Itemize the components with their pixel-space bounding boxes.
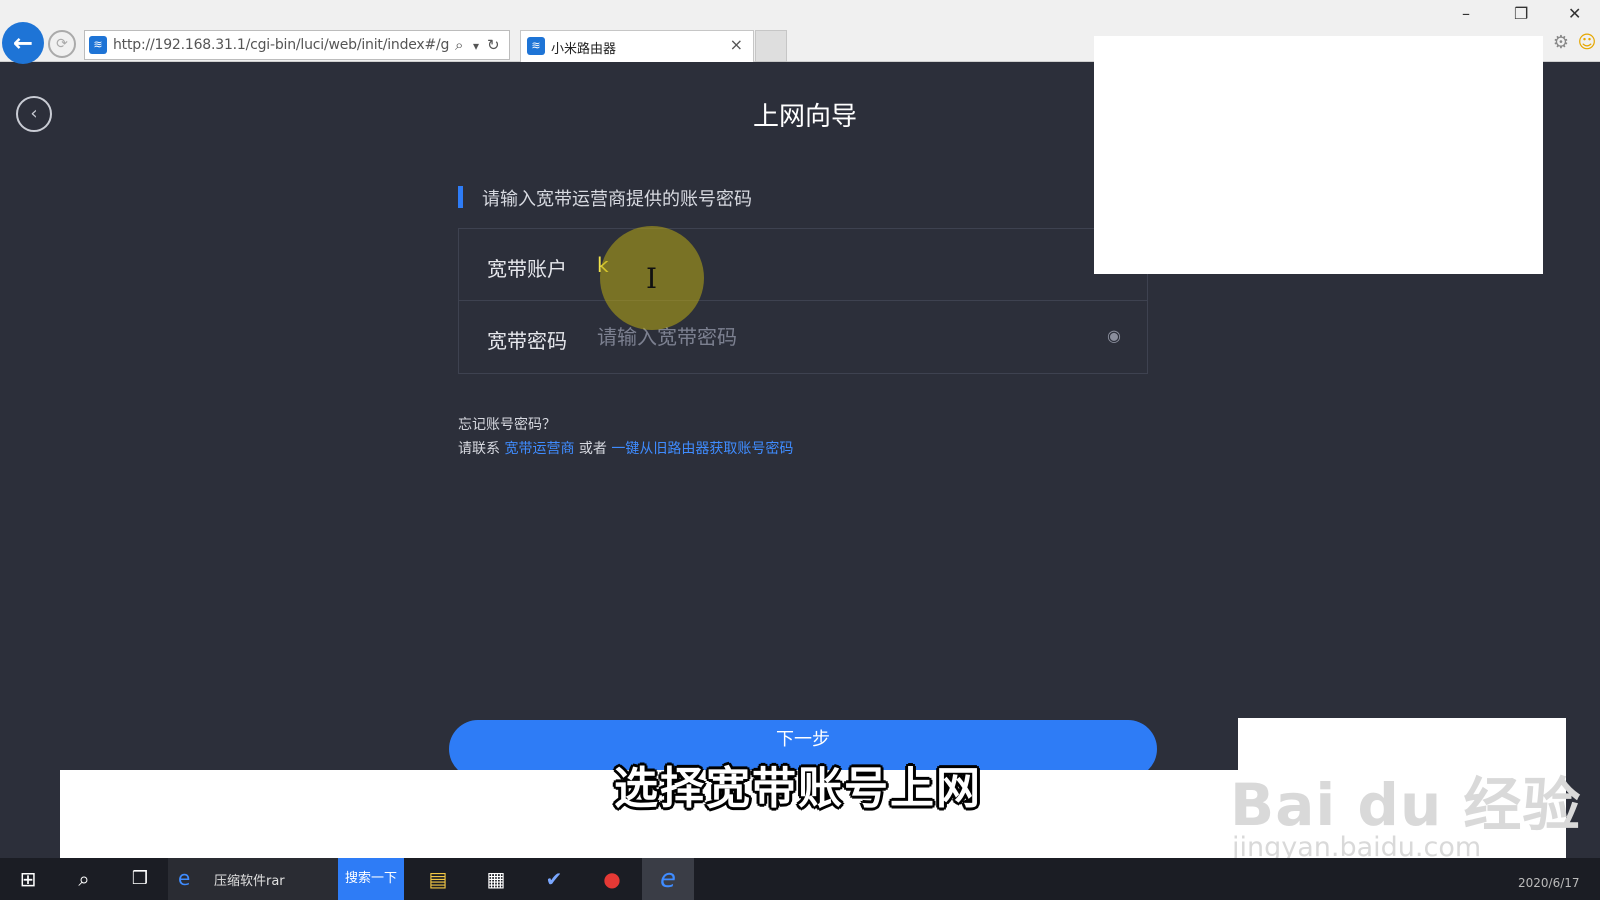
smiley-feedback-icon[interactable]: ☺ — [1576, 32, 1598, 54]
credentials-form: 宽带账户 宽带密码 ◉ — [458, 228, 1148, 374]
search-icon[interactable]: ⌕ — [455, 36, 463, 54]
ie-small-icon: e — [178, 866, 191, 890]
restore-icon[interactable]: ❐ — [1514, 0, 1528, 28]
windows-taskbar: ⊞ ⌕ ❒ e 压缩软件rar 搜索一下 ▤ ▦ ✔ ● e — [0, 858, 1600, 900]
baidu-jingyan-watermark: Bai du 经验 — [1230, 771, 1582, 839]
isp-link[interactable]: 宽带运营商 — [504, 441, 574, 457]
contact-or: 或者 — [578, 441, 607, 457]
app-check-icon[interactable]: ✔ — [528, 858, 580, 900]
forward-icon[interactable]: ⟳ — [48, 30, 76, 58]
tab-xiaomi-router[interactable]: ≋ 小米路由器 × — [520, 30, 754, 62]
address-url[interactable]: http://192.168.31.1/cgi-bin/luci/web/ini… — [113, 37, 449, 53]
windows-start-icon[interactable]: ⊞ — [2, 858, 54, 900]
password-label: 宽带密码 — [487, 329, 567, 353]
close-tab-icon[interactable]: × — [730, 35, 743, 54]
new-tab-button[interactable] — [755, 30, 787, 62]
task-view-icon[interactable]: ❒ — [114, 858, 166, 900]
password-row: 宽带密码 ◉ — [459, 301, 1147, 373]
show-password-eye-icon[interactable]: ◉ — [1103, 325, 1125, 347]
contact-line: 请联系 宽带运营商 或者 一键从旧路由器获取账号密码 — [458, 438, 793, 458]
account-label: 宽带账户 — [487, 257, 567, 281]
fetch-old-router-link[interactable]: 一键从旧路由器获取账号密码 — [611, 441, 793, 457]
taskbar-search-box[interactable]: e 压缩软件rar — [168, 858, 338, 900]
file-explorer-icon[interactable]: ▤ — [412, 858, 464, 900]
section-accent-bar — [458, 186, 463, 208]
contact-prefix: 请联系 — [458, 441, 500, 457]
refresh-icon[interactable]: ↻ — [487, 36, 500, 54]
address-bar[interactable]: ≋ http://192.168.31.1/cgi-bin/luci/web/i… — [84, 30, 510, 60]
minimize-icon[interactable]: – — [1462, 0, 1470, 28]
site-favicon-icon: ≋ — [89, 36, 107, 54]
tab-favicon-icon: ≋ — [527, 37, 545, 55]
settings-gear-icon[interactable]: ⚙ — [1550, 32, 1572, 54]
tab-title: 小米路由器 — [551, 42, 617, 57]
internet-explorer-icon[interactable]: e — [642, 858, 694, 900]
text-cursor-icon: I — [646, 262, 658, 295]
taskbar-search-button[interactable]: 搜索一下 — [338, 858, 404, 900]
record-icon[interactable]: ● — [586, 858, 638, 900]
password-input[interactable] — [597, 323, 1077, 351]
close-window-icon[interactable]: ✕ — [1568, 0, 1581, 28]
dropdown-icon[interactable]: ▾ — [473, 39, 479, 53]
back-arrow-icon[interactable]: ← — [2, 22, 44, 64]
account-row: 宽带账户 — [459, 229, 1147, 301]
page-back-icon[interactable]: ‹ — [16, 96, 52, 132]
store-icon[interactable]: ▦ — [470, 858, 522, 900]
video-subtitle: 选择宽带账号上网 — [614, 763, 982, 814]
page-title: 上网向导 — [752, 102, 857, 132]
taskbar-search-icon[interactable]: ⌕ — [58, 858, 110, 900]
section-label: 请输入宽带运营商提供的账号密码 — [482, 189, 752, 210]
forgot-credentials-text: 忘记账号密码？ — [458, 417, 556, 433]
taskbar-clock: 2020/6/17 — [1518, 876, 1580, 890]
redaction-box-top — [1094, 36, 1543, 274]
taskbar-search-text[interactable]: 压缩软件rar — [214, 870, 285, 889]
